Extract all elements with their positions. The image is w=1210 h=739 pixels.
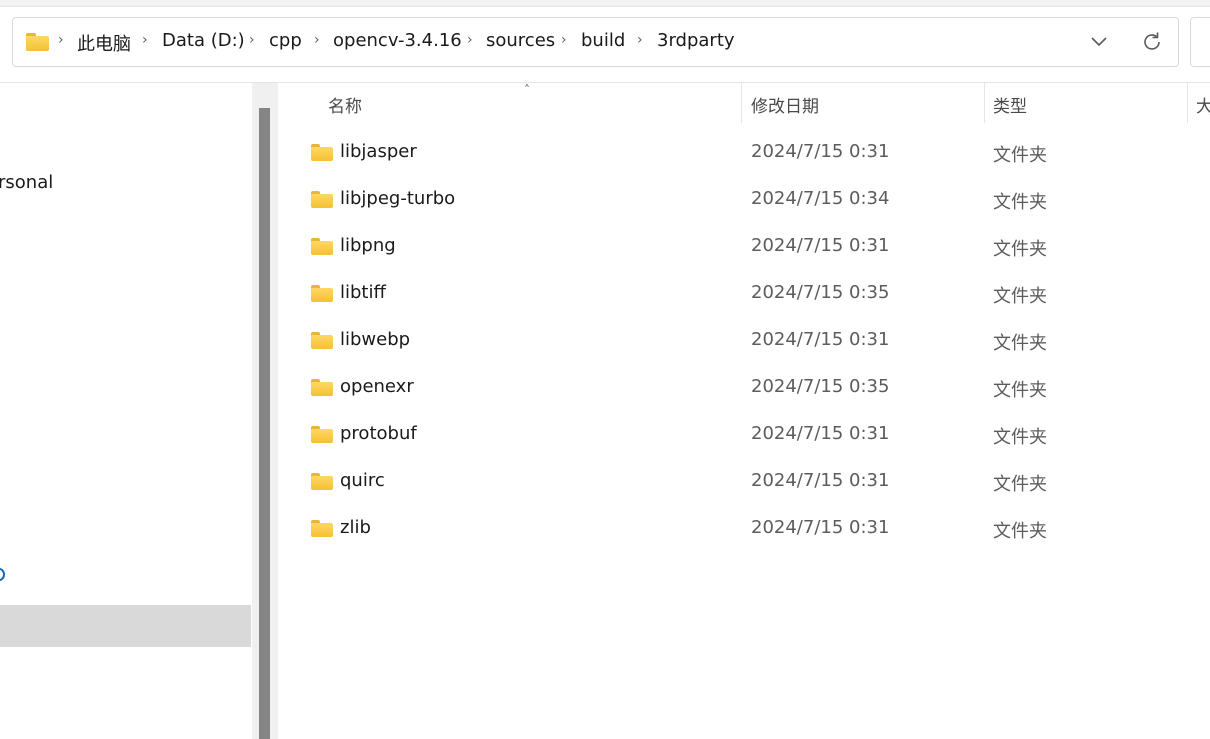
file-date: 2024/7/15 0:35 (751, 376, 890, 397)
breadcrumb-this-pc[interactable]: 此电脑 (77, 30, 131, 56)
breadcrumb-opencv[interactable]: opencv-3.4.16 (333, 30, 462, 51)
column-header-name[interactable]: 名称 (328, 92, 362, 117)
folder-icon (311, 379, 333, 396)
breadcrumb-separator-icon[interactable]: › (561, 32, 567, 48)
chevron-down-icon[interactable] (1087, 30, 1111, 54)
folder-icon (311, 332, 333, 349)
file-type: 文件夹 (993, 286, 1047, 307)
file-type: 文件夹 (993, 380, 1047, 401)
file-name: libjpeg-turbo (340, 188, 456, 209)
file-date: 2024/7/15 0:31 (751, 423, 890, 444)
breadcrumb-build[interactable]: build (581, 30, 625, 51)
file-name: protobuf (340, 423, 417, 444)
breadcrumb-drive-d[interactable]: Data (D:) (162, 30, 245, 51)
column-divider[interactable] (984, 83, 985, 123)
file-date: 2024/7/15 0:35 (751, 282, 890, 303)
file-type: 文件夹 (993, 521, 1047, 542)
file-name: openexr (340, 376, 414, 397)
refresh-icon[interactable] (1140, 30, 1164, 54)
nav-item-personal[interactable]: rsonal (0, 172, 53, 193)
file-date: 2024/7/15 0:31 (751, 517, 890, 538)
list-item[interactable]: libpng 2024/7/15 0:31 文件夹 (297, 224, 1197, 270)
file-type: 文件夹 (993, 145, 1047, 166)
list-item[interactable]: libjasper 2024/7/15 0:31 文件夹 (297, 130, 1197, 176)
breadcrumb-cpp[interactable]: cpp (269, 30, 302, 51)
list-item[interactable]: quirc 2024/7/15 0:31 文件夹 (297, 459, 1197, 505)
breadcrumb-separator-icon[interactable]: › (467, 32, 473, 48)
column-divider[interactable] (741, 83, 742, 123)
nav-item-selected[interactable] (0, 605, 251, 647)
navigation-pane: rsonal (0, 83, 252, 739)
breadcrumb-3rdparty[interactable]: 3rdparty (657, 30, 735, 51)
list-item[interactable]: protobuf 2024/7/15 0:31 文件夹 (297, 412, 1197, 458)
search-box[interactable] (1190, 17, 1210, 67)
list-item[interactable]: openexr 2024/7/15 0:35 文件夹 (297, 365, 1197, 411)
list-item[interactable]: zlib 2024/7/15 0:31 文件夹 (297, 506, 1197, 552)
onedrive-icon (0, 568, 5, 581)
column-header-size[interactable]: 大 (1196, 92, 1210, 117)
breadcrumb-sources[interactable]: sources (486, 30, 555, 51)
window-top-strip (0, 0, 1210, 7)
file-type: 文件夹 (993, 192, 1047, 213)
breadcrumb-separator-icon[interactable]: › (314, 32, 320, 48)
nav-scrollbar-thumb[interactable] (259, 108, 270, 739)
file-name: zlib (340, 517, 371, 538)
file-name: quirc (340, 470, 385, 491)
file-name: libjasper (340, 141, 417, 162)
column-header-type[interactable]: 类型 (993, 92, 1027, 117)
column-header-date[interactable]: 修改日期 (751, 92, 819, 117)
file-list: ˄ 名称 修改日期 类型 大 libjasper 2024/7/15 0:31 … (279, 83, 1210, 739)
file-name: libpng (340, 235, 396, 256)
sort-ascending-icon: ˄ (524, 83, 530, 97)
file-type: 文件夹 (993, 474, 1047, 495)
folder-icon (311, 285, 333, 302)
file-type: 文件夹 (993, 239, 1047, 260)
file-date: 2024/7/15 0:34 (751, 188, 890, 209)
breadcrumb-separator-icon[interactable]: › (142, 32, 148, 48)
file-date: 2024/7/15 0:31 (751, 141, 890, 162)
file-date: 2024/7/15 0:31 (751, 329, 890, 350)
breadcrumb-separator-icon[interactable]: › (249, 32, 255, 48)
file-date: 2024/7/15 0:31 (751, 470, 890, 491)
folder-icon (311, 191, 333, 208)
file-name: libwebp (340, 329, 411, 350)
list-item[interactable]: libwebp 2024/7/15 0:31 文件夹 (297, 318, 1197, 364)
list-item[interactable]: libjpeg-turbo 2024/7/15 0:34 文件夹 (297, 177, 1197, 223)
file-type: 文件夹 (993, 333, 1047, 354)
file-date: 2024/7/15 0:31 (751, 235, 890, 256)
address-bar[interactable]: › 此电脑 › Data (D:) › cpp › opencv-3.4.16 … (12, 17, 1179, 67)
breadcrumb-separator-icon[interactable]: › (58, 32, 64, 48)
breadcrumb-separator-icon[interactable]: › (637, 32, 643, 48)
folder-icon (311, 426, 333, 443)
file-type: 文件夹 (993, 427, 1047, 448)
folder-icon (26, 33, 49, 51)
folder-icon (311, 520, 333, 537)
folder-icon (311, 238, 333, 255)
list-item[interactable]: libtiff 2024/7/15 0:35 文件夹 (297, 271, 1197, 317)
file-name: libtiff (340, 282, 386, 303)
folder-icon (311, 144, 333, 161)
column-divider[interactable] (1187, 83, 1188, 123)
folder-icon (311, 473, 333, 490)
